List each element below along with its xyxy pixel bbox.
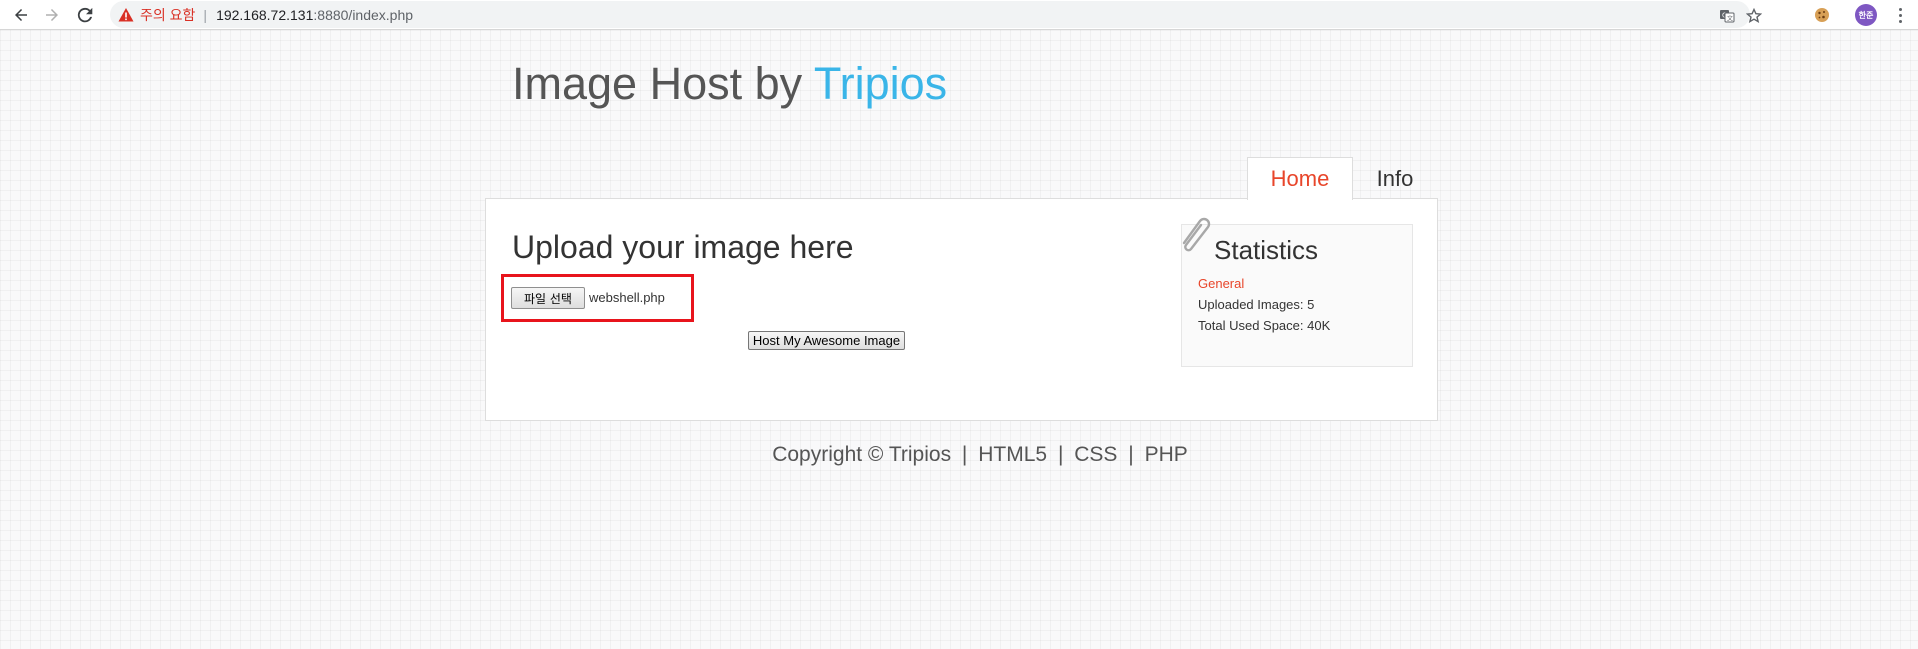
profile-avatar[interactable]: 한준 — [1855, 4, 1877, 26]
upload-panel: Upload your image here 파일 선택 webshell.ph… — [485, 198, 1438, 421]
footer-link-html5[interactable]: HTML5 — [978, 443, 1047, 466]
translate-icon[interactable]: G文 — [1717, 6, 1737, 26]
url-host: 192.168.72.131 — [216, 6, 314, 23]
back-arrow-icon[interactable] — [9, 3, 33, 27]
uploaded-images-count: Uploaded Images: 5 — [1198, 297, 1315, 312]
footer-separator: | — [1128, 443, 1134, 466]
tab-info[interactable]: Info — [1353, 157, 1437, 200]
footer-separator: | — [961, 443, 968, 466]
site-title-brand: Tripios — [813, 58, 948, 109]
statistics-box: Statistics General Uploaded Images: 5 To… — [1181, 217, 1413, 367]
menu-dots-icon[interactable] — [1890, 5, 1910, 25]
url-path: :8880/index.php — [313, 6, 414, 23]
svg-text:文: 文 — [1727, 15, 1733, 23]
choose-file-button[interactable]: 파일 선택 — [511, 287, 585, 309]
browser-toolbar: 주의 요함 | 192.168.72.131 :8880/index.php G… — [0, 0, 1918, 30]
forward-arrow-icon[interactable] — [40, 3, 64, 27]
selected-file-name: webshell.php — [589, 290, 665, 305]
address-bar[interactable]: 주의 요함 | 192.168.72.131 :8880/index.php G… — [110, 1, 1762, 28]
footer-copyright: Copyright © Tripios — [772, 443, 952, 466]
site-title-prefix: Image Host by — [512, 58, 814, 109]
upload-heading: Upload your image here — [512, 229, 854, 265]
statistics-section-label: General — [1198, 276, 1245, 291]
statistics-heading: Statistics — [1214, 235, 1319, 265]
security-status-label[interactable]: 주의 요함 — [140, 5, 195, 25]
star-icon[interactable] — [1744, 6, 1764, 26]
footer: Copyright © Tripios | HTML5 | CSS | PHP — [0, 443, 1918, 467]
footer-separator: | — [1057, 443, 1064, 466]
url-separator: | — [203, 6, 208, 23]
cookie-icon[interactable] — [1812, 5, 1832, 25]
total-used-space: Total Used Space: 40K — [1198, 318, 1331, 333]
paperclip-icon — [1182, 217, 1211, 252]
host-image-button[interactable]: Host My Awesome Image — [748, 331, 905, 350]
footer-link-php[interactable]: PHP — [1145, 443, 1188, 466]
tab-home[interactable]: Home — [1247, 157, 1353, 200]
site-title: Image Host by Tripios — [512, 58, 947, 110]
footer-link-css[interactable]: CSS — [1074, 443, 1117, 466]
warning-icon — [118, 7, 134, 21]
reload-icon[interactable] — [73, 3, 97, 27]
